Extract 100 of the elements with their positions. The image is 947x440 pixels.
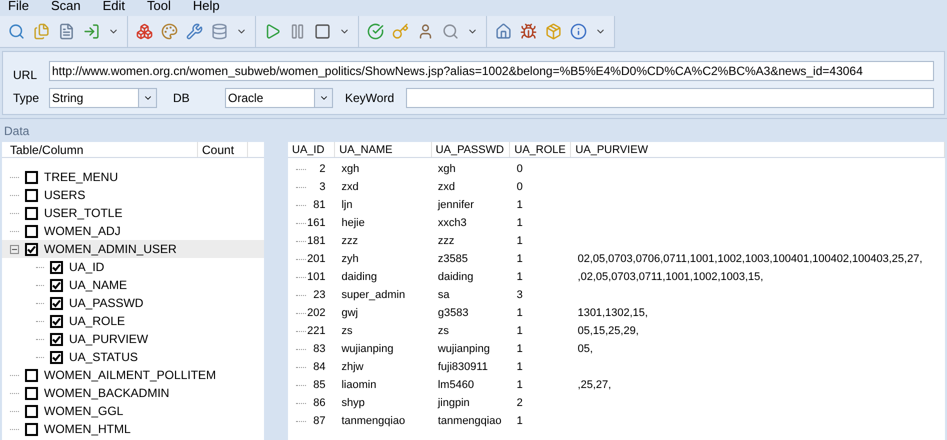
checkbox[interactable]	[25, 206, 38, 220]
keyword-label: KeyWord	[344, 90, 396, 107]
tree-item[interactable]: UA_ID	[69, 258, 104, 276]
tree-item[interactable]: UA_PURVIEW	[69, 330, 148, 348]
collapse-toggle[interactable]	[10, 244, 19, 254]
user-icon[interactable]	[417, 23, 434, 40]
table-cell-text: 87	[313, 414, 326, 429]
checkbox[interactable]	[50, 296, 63, 310]
table-cell-text: 221	[307, 324, 326, 339]
table-cell: 05,15,25,29,	[578, 324, 639, 337]
play-icon[interactable]	[264, 23, 281, 40]
tree-item[interactable]: WOMEN_GGL	[44, 402, 124, 420]
table-cell: zhjw	[341, 360, 364, 373]
table-cell: 1	[516, 252, 523, 265]
table-cell: zxd	[438, 180, 455, 193]
pause-icon[interactable]	[289, 23, 306, 40]
check-circle-icon[interactable]	[367, 23, 384, 40]
table-cell-text: 23	[313, 288, 326, 303]
menu-item[interactable]: Help	[192, 0, 220, 12]
table-cell: 05,	[578, 342, 593, 355]
table-cell-text: 101	[307, 270, 326, 285]
tree-item[interactable]: WOMEN_AILMENT_POLLITEM	[44, 366, 216, 384]
table-cell: xgh	[438, 162, 456, 175]
checkbox[interactable]	[25, 170, 38, 184]
table-cell: 3	[516, 288, 523, 301]
table-cell: wujianping	[341, 342, 394, 355]
tree-item[interactable]: UA_PASSWD	[69, 294, 144, 312]
column-header[interactable]: UA_ID	[288, 142, 336, 157]
data-section-title: Data	[4, 122, 30, 140]
table-cell-text: 181	[307, 234, 326, 249]
checkbox[interactable]	[25, 386, 38, 400]
tree-item[interactable]: WOMEN_HTML	[44, 420, 131, 438]
tree-item[interactable]: USERS	[44, 186, 86, 204]
table-cell: lm5460	[438, 378, 474, 391]
db-label: DB	[172, 90, 191, 107]
boxes-icon[interactable]	[136, 23, 153, 40]
tree-item[interactable]: UA_STATUS	[69, 348, 138, 366]
tree-item[interactable]: WOMEN_BACKADMIN	[44, 384, 170, 402]
table-cell-text: 3	[319, 180, 326, 195]
info-icon[interactable]	[570, 23, 587, 40]
checkbox[interactable]	[25, 242, 38, 256]
column-header[interactable]: UA_NAME	[335, 142, 432, 157]
tree-item[interactable]: TREE_MENU	[44, 168, 118, 186]
table-cell: zs	[438, 324, 449, 337]
checkbox[interactable]	[50, 332, 63, 346]
checkbox[interactable]	[50, 278, 63, 292]
checkbox[interactable]	[25, 404, 38, 418]
keyword-field[interactable]	[406, 88, 934, 108]
table-cell: zxd	[341, 180, 359, 193]
table-cell-text: 201	[307, 252, 326, 267]
table-cell: 1	[516, 378, 523, 391]
home-icon[interactable]	[495, 23, 512, 40]
table-cell: gwj	[341, 306, 358, 319]
type-dropdown[interactable]: String	[49, 88, 157, 108]
table-cell: 0	[516, 180, 523, 193]
table-cell: sa	[438, 288, 450, 301]
table-cell: xxch3	[438, 216, 467, 229]
table-cell: zzz	[438, 234, 454, 247]
tree-item[interactable]: UA_NAME	[69, 276, 128, 294]
bug-icon[interactable]	[520, 23, 537, 40]
database-icon[interactable]	[211, 23, 228, 40]
tree-item[interactable]: USER_TOTLE	[44, 204, 122, 222]
checkbox[interactable]	[25, 422, 38, 436]
menu-item[interactable]: Edit	[102, 0, 125, 12]
column-header[interactable]: UA_PASSWD	[432, 142, 510, 157]
checkbox[interactable]	[25, 188, 38, 202]
palette-icon[interactable]	[161, 23, 178, 40]
wrench-icon[interactable]	[186, 23, 203, 40]
table-cell-text: 161	[307, 216, 326, 231]
column-header[interactable]: UA_ROLE	[510, 142, 572, 157]
document-icon[interactable]	[58, 23, 75, 40]
checkbox[interactable]	[25, 224, 38, 238]
stop-icon[interactable]	[314, 23, 331, 40]
tree-item[interactable]: WOMEN_ADJ	[44, 222, 121, 240]
table-cell: 1301,1302,15,	[578, 306, 648, 319]
checkbox[interactable]	[25, 368, 38, 382]
table-cell: jingpin	[438, 396, 470, 409]
table-cell: tanmengqiao	[341, 414, 406, 427]
menu-item[interactable]: File	[8, 0, 29, 12]
checkbox[interactable]	[50, 314, 63, 328]
table-cell: 0	[516, 162, 523, 175]
table-cell-text: 81	[313, 198, 326, 213]
menu-item[interactable]: Tool	[147, 0, 171, 12]
table-cell: 1	[516, 414, 523, 427]
db-dropdown[interactable]: Oracle	[225, 88, 333, 108]
column-header[interactable]: Table/Column	[2, 142, 198, 157]
column-header[interactable]: UA_PURVIEW	[571, 142, 945, 157]
url-field[interactable]: http://www.women.org.cn/women_subweb/women_politics/ShowNews.jsp?alias=1002&belong=%B5%E4%D0%CD%CA%C2%BC%A3&news_id=43064	[49, 61, 934, 81]
column-header[interactable]: Count	[198, 142, 248, 157]
checkbox[interactable]	[50, 260, 63, 274]
menu-item[interactable]: Scan	[50, 0, 81, 12]
checkbox[interactable]	[50, 350, 63, 364]
table-cell: 1	[516, 360, 523, 373]
table-cell: zs	[341, 324, 352, 337]
login-icon[interactable]	[83, 23, 100, 40]
tree-item[interactable]: UA_ROLE	[69, 312, 126, 330]
search-icon[interactable]	[442, 23, 459, 40]
search-icon[interactable]	[8, 23, 25, 40]
table-cell: xgh	[341, 162, 360, 175]
table-cell: z3585	[438, 252, 468, 265]
